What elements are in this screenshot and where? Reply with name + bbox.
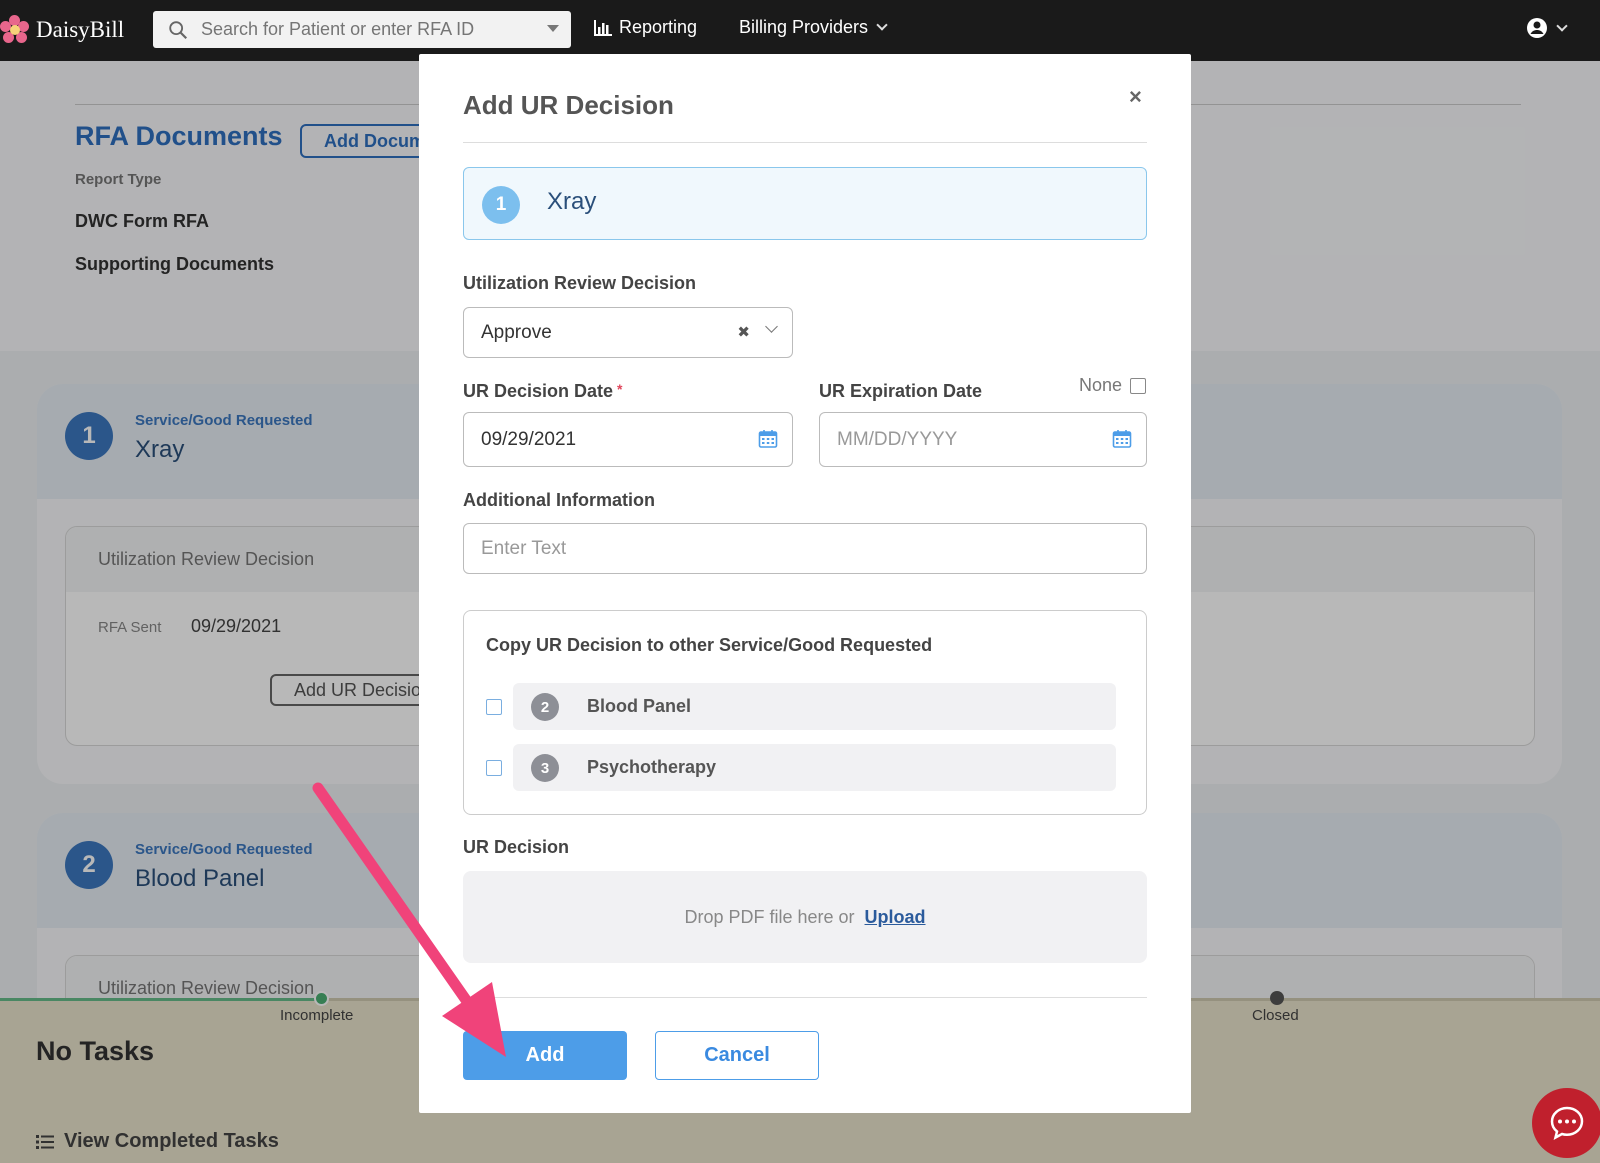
none-checkbox-group[interactable]: None bbox=[1079, 375, 1147, 396]
copy-ur-decision-box: Copy UR Decision to other Service/Good R… bbox=[463, 610, 1147, 815]
pdf-drop-zone[interactable]: Drop PDF file here or Upload bbox=[463, 871, 1147, 963]
top-navbar: DaisyBill Reporting Billing Providers bbox=[0, 0, 1600, 61]
copy-item-pill: 2 Blood Panel bbox=[513, 683, 1116, 730]
brand[interactable]: DaisyBill bbox=[0, 10, 124, 50]
service-name: Xray bbox=[547, 188, 597, 215]
daisy-logo-icon bbox=[0, 15, 30, 45]
ur-expiration-date-field[interactable]: MM/DD/YYYY bbox=[819, 412, 1147, 467]
service-number-badge: 2 bbox=[531, 693, 559, 721]
calendar-icon[interactable] bbox=[758, 429, 778, 449]
copy-checkbox[interactable] bbox=[486, 760, 502, 776]
additional-info-label: Additional Information bbox=[463, 490, 655, 510]
search-input[interactable] bbox=[201, 19, 531, 40]
calendar-icon[interactable] bbox=[1112, 429, 1132, 449]
none-checkbox[interactable] bbox=[1130, 377, 1147, 394]
ur-decision-label: Utilization Review Decision bbox=[463, 273, 697, 293]
ur-decision-date-label: UR Decision Date * bbox=[463, 381, 623, 402]
close-icon[interactable]: × bbox=[1129, 84, 1142, 110]
bar-chart-icon bbox=[594, 19, 612, 36]
chevron-down-icon[interactable] bbox=[765, 320, 778, 333]
drop-text: Drop PDF file here or bbox=[684, 906, 855, 927]
copy-ur-decision-title: Copy UR Decision to other Service/Good R… bbox=[486, 635, 933, 655]
nav-billing-providers[interactable]: Billing Providers bbox=[739, 17, 888, 38]
upload-link[interactable]: Upload bbox=[865, 907, 926, 928]
ur-decision-select[interactable]: Approve ✖ bbox=[463, 307, 793, 358]
ur-decision-value: Approve bbox=[481, 321, 552, 343]
nav-reporting[interactable]: Reporting bbox=[593, 17, 697, 38]
chevron-down-icon bbox=[876, 19, 888, 31]
patient-search[interactable] bbox=[153, 11, 571, 48]
ur-expiration-date-label: UR Expiration Date bbox=[819, 381, 983, 401]
copy-item-psychotherapy[interactable]: 3 Psychotherapy bbox=[486, 744, 1116, 791]
additional-info-placeholder: Enter Text bbox=[481, 537, 567, 559]
nav-reporting-label: Reporting bbox=[619, 17, 698, 37]
ur-decision-date-label-text: UR Decision Date bbox=[463, 381, 614, 401]
ur-decision-date-field[interactable]: 09/29/2021 bbox=[463, 412, 793, 467]
chat-button[interactable] bbox=[1532, 1088, 1600, 1158]
service-number-badge: 3 bbox=[531, 754, 559, 782]
chevron-down-icon bbox=[1556, 19, 1568, 32]
divider bbox=[463, 142, 1147, 143]
service-banner: 1 Xray bbox=[463, 167, 1147, 240]
none-label: None bbox=[1079, 375, 1123, 395]
divider bbox=[463, 997, 1147, 998]
search-dropdown-caret-icon[interactable] bbox=[547, 25, 559, 32]
copy-item-blood-panel[interactable]: 2 Blood Panel bbox=[486, 683, 1116, 730]
search-icon bbox=[169, 20, 188, 39]
ur-decision-date-value: 09/29/2021 bbox=[481, 428, 577, 450]
required-marker: * bbox=[617, 381, 623, 397]
user-menu[interactable] bbox=[1526, 17, 1568, 39]
user-avatar-icon bbox=[1527, 18, 1547, 38]
service-number-badge: 1 bbox=[482, 186, 520, 224]
brand-name: DaisyBill bbox=[36, 17, 125, 42]
add-button[interactable]: Add bbox=[463, 1031, 627, 1080]
add-ur-decision-modal: Add UR Decision × 1 Xray Utilization Rev… bbox=[419, 54, 1191, 1113]
copy-item-name: Psychotherapy bbox=[587, 757, 717, 777]
copy-item-name: Blood Panel bbox=[587, 696, 692, 716]
clear-selection-icon[interactable]: ✖ bbox=[737, 323, 750, 341]
chat-bubble-icon bbox=[1550, 1106, 1584, 1140]
ur-expiration-date-placeholder: MM/DD/YYYY bbox=[837, 428, 958, 450]
modal-title: Add UR Decision bbox=[463, 90, 674, 120]
ur-decision-file-label: UR Decision bbox=[463, 837, 570, 857]
cancel-button[interactable]: Cancel bbox=[655, 1031, 819, 1080]
copy-item-pill: 3 Psychotherapy bbox=[513, 744, 1116, 791]
additional-info-input[interactable]: Enter Text bbox=[463, 523, 1147, 574]
copy-checkbox[interactable] bbox=[486, 699, 502, 715]
nav-billing-label: Billing Providers bbox=[739, 17, 869, 37]
